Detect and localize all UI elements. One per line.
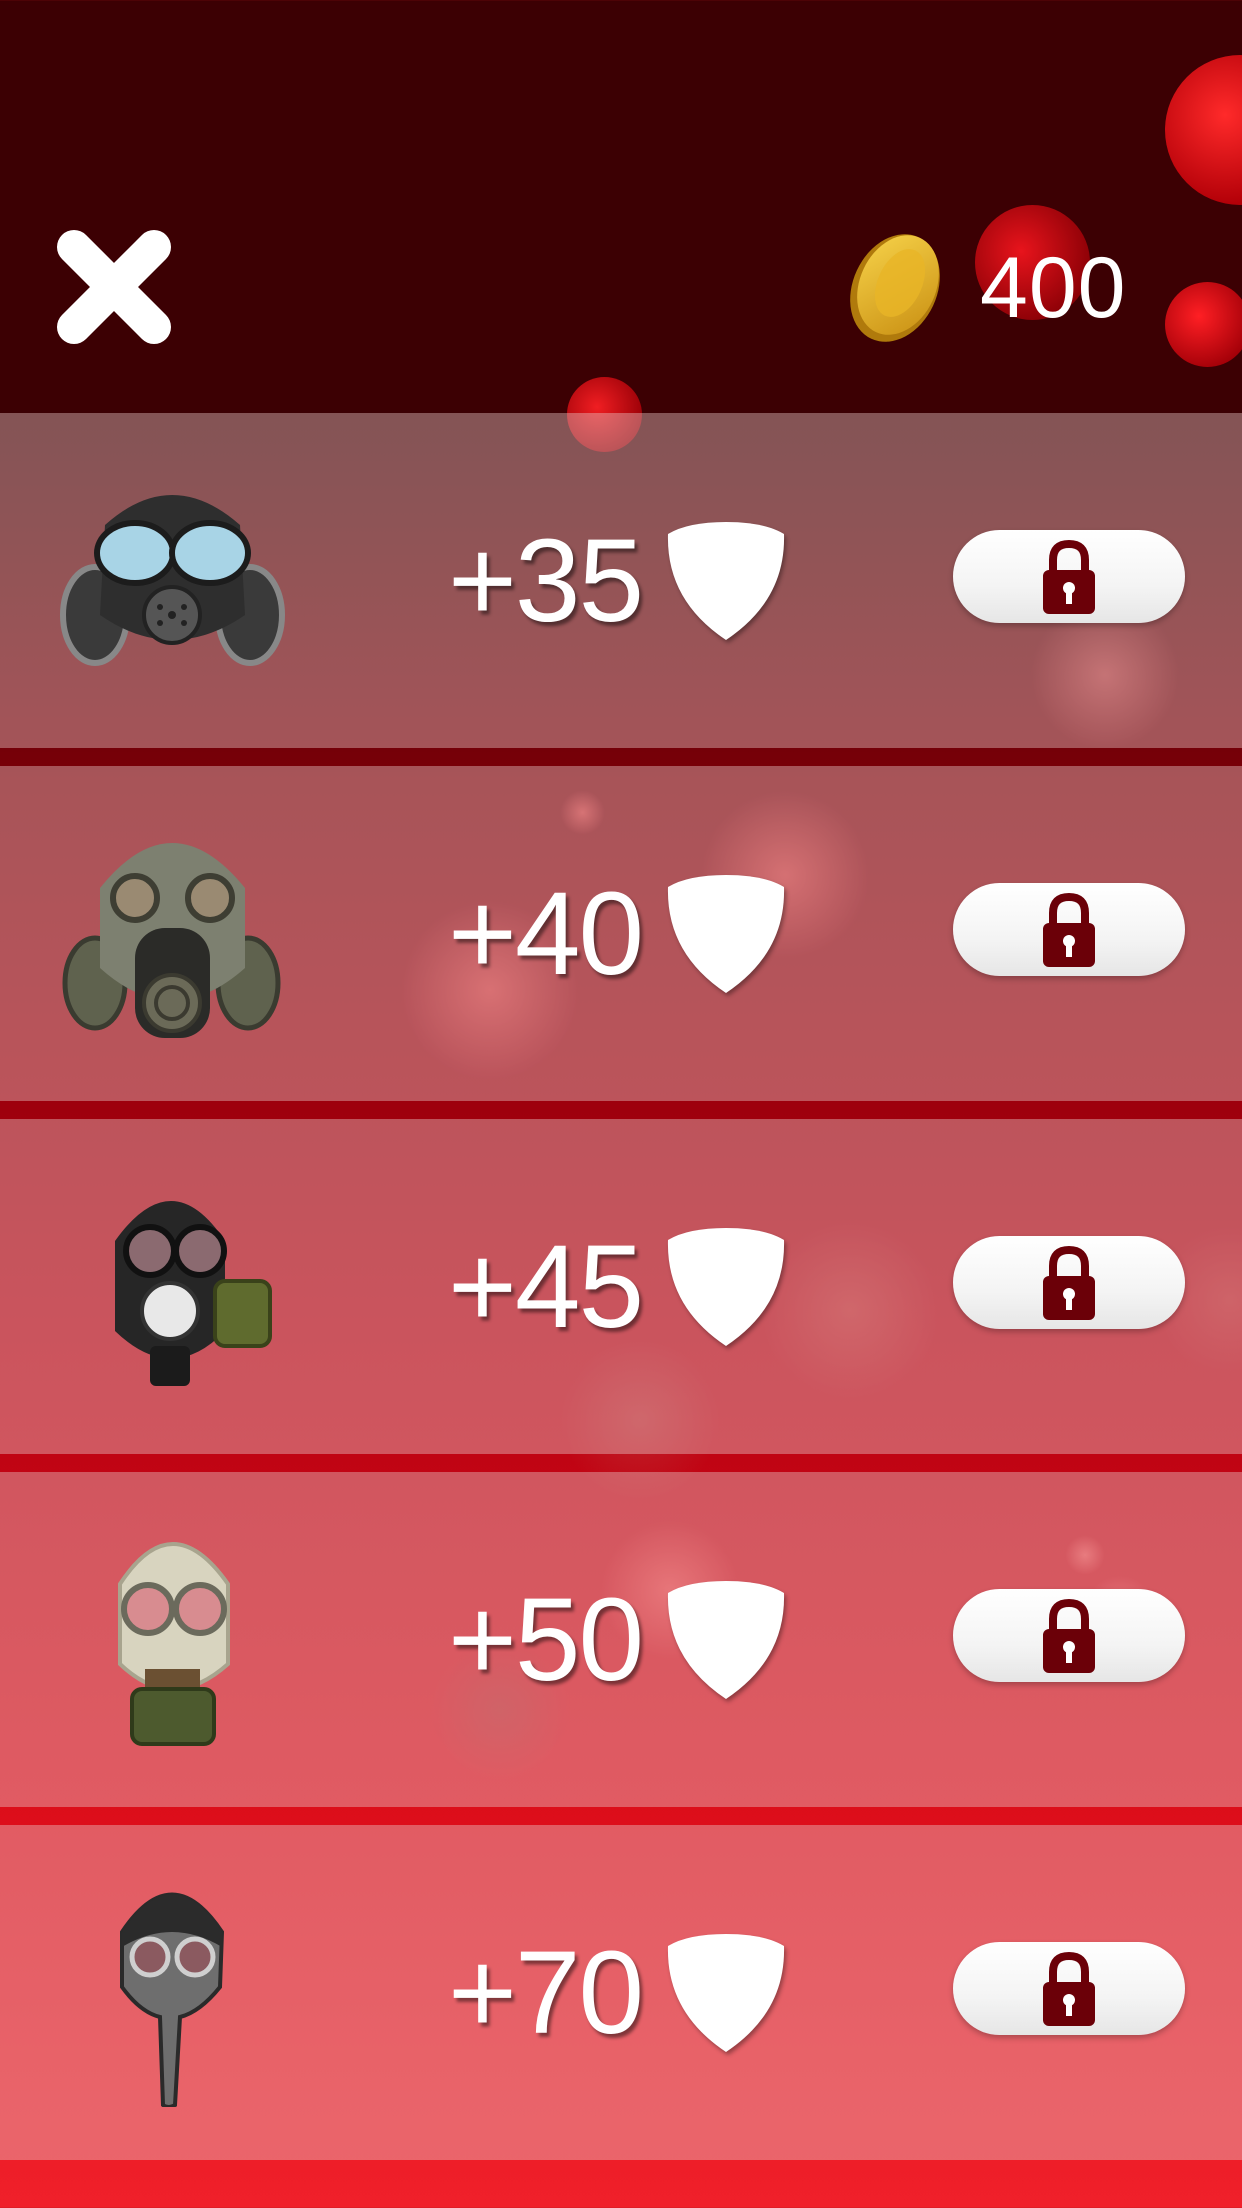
bonus-value: +40 (448, 867, 644, 1000)
unlock-button[interactable] (953, 530, 1185, 623)
mask-row: +70 (0, 1825, 1242, 2160)
mask-row: +45 (0, 1119, 1242, 1454)
unlock-button[interactable] (953, 1236, 1185, 1329)
shield-icon (668, 875, 785, 993)
gas-mask-blue-visor-icon (60, 495, 285, 666)
lock-icon (1043, 1951, 1095, 2026)
shield-icon (668, 1581, 785, 1699)
unlock-button[interactable] (953, 1589, 1185, 1682)
armor-bonus: +45 (448, 1219, 789, 1354)
close-button[interactable] (52, 225, 176, 349)
shield-icon (668, 1228, 785, 1346)
lock-icon (1043, 1598, 1095, 1673)
plague-doctor-mask-icon (120, 1892, 225, 2107)
close-icon (57, 230, 171, 344)
lock-icon (1043, 1245, 1095, 1320)
armor-bonus: +40 (448, 866, 789, 1001)
mask-row: +35 (0, 413, 1242, 748)
mask-list: +35 +40 +45 +50 +70 (0, 413, 1242, 2178)
coin-count: 400 (980, 239, 1127, 336)
gas-mask-black-side-filter-icon (115, 1201, 272, 1386)
bonus-value: +45 (448, 1220, 644, 1353)
gas-mask-grey-military-icon (62, 843, 281, 1038)
shield-icon (668, 522, 785, 640)
armor-bonus: +70 (448, 1925, 789, 2060)
unlock-button[interactable] (953, 1942, 1185, 2035)
bonus-value: +70 (448, 1926, 644, 2059)
gas-mask-beige-soviet-icon (118, 1542, 230, 1746)
unlock-button[interactable] (953, 883, 1185, 976)
coin-icon (850, 234, 940, 342)
lock-icon (1043, 892, 1095, 967)
lock-icon (1043, 539, 1095, 614)
mask-row: +50 (0, 1472, 1242, 1807)
armor-bonus: +35 (448, 513, 789, 648)
bonus-value: +50 (448, 1573, 644, 1706)
bonus-value: +35 (448, 514, 644, 647)
top-bar: 400 (0, 0, 1242, 413)
armor-bonus: +50 (448, 1572, 789, 1707)
mask-row: +40 (0, 766, 1242, 1101)
coin-balance: 400 (840, 228, 1127, 348)
shield-icon (668, 1934, 785, 2052)
